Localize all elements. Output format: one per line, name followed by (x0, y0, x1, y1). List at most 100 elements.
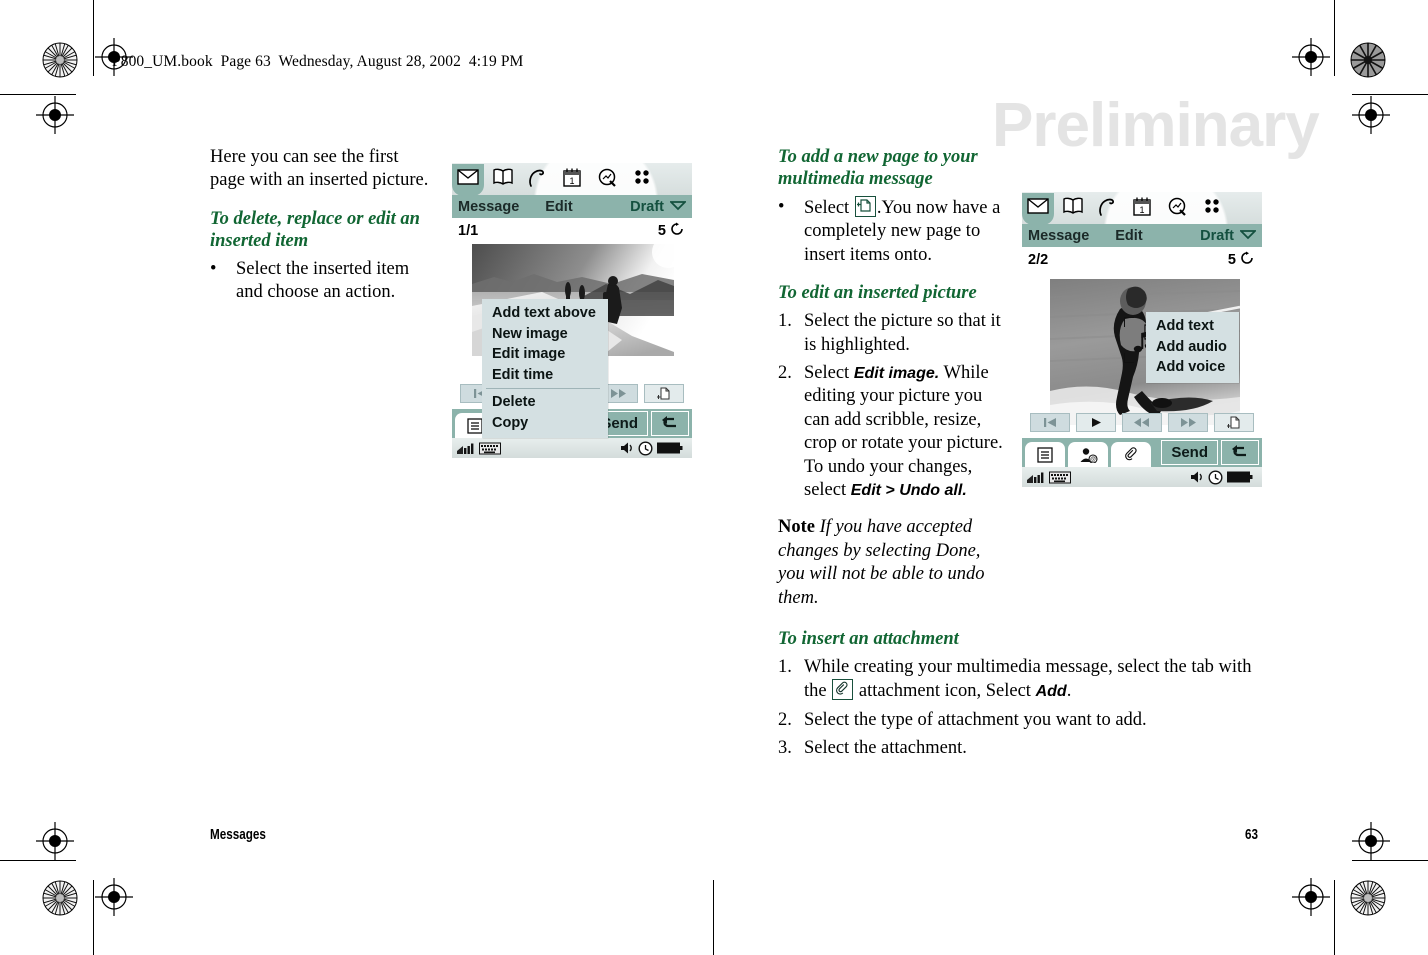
book-icon[interactable] (492, 168, 514, 190)
step-3-insert-attachment: 3. Select the attachment. (778, 737, 1266, 760)
heading-edit-inserted-picture: To edit an inserted picture (778, 283, 977, 304)
crop-line-left-horizontal-bottom (0, 860, 76, 862)
menu-item-delete[interactable]: Delete (482, 392, 608, 413)
print-rosette-top-right (1350, 42, 1386, 78)
step-1-insert-attachment: 1. While creating your multimedia messag… (778, 656, 1266, 704)
registration-mark-bottom-left (95, 878, 133, 916)
new-page-button[interactable] (644, 384, 684, 403)
menu-item-copy[interactable]: Copy (482, 413, 608, 434)
timer-value: 5 (1227, 252, 1236, 268)
step-text-end: . (1066, 681, 1072, 702)
menu-draft-label[interactable]: Draft (630, 199, 664, 215)
rewind-button[interactable] (1122, 413, 1162, 432)
send-button[interactable]: Send (1161, 440, 1218, 465)
page-indicator-row: 1/1 5 (452, 218, 692, 244)
preliminary-watermark: Preliminary (992, 91, 1320, 160)
book-icon[interactable] (1062, 197, 1084, 219)
menu-edit[interactable]: Edit (1115, 228, 1142, 244)
envelope-icon[interactable] (1022, 193, 1054, 225)
menu-item-add-text[interactable]: Add text (1146, 316, 1239, 337)
step-text: While creating your multimedia message, … (804, 656, 1266, 704)
timer-value: 5 (657, 223, 666, 239)
menu-item-edit-image[interactable]: Edit image (482, 344, 608, 365)
phone-handset-icon[interactable] (1097, 197, 1119, 219)
bullet-add-new-page: • Select .You now have a completely new … (778, 196, 1010, 267)
chevron-down-icon[interactable] (1238, 228, 1258, 244)
menu-item-add-voice[interactable]: Add voice (1146, 357, 1239, 378)
bullet-marker: • (210, 258, 217, 279)
playback-controls (1030, 413, 1254, 432)
note-label: Note (778, 517, 815, 538)
menu-message[interactable]: Message (458, 199, 519, 215)
apps-grid-icon[interactable] (1202, 197, 1224, 219)
menu-message[interactable]: Message (1028, 228, 1089, 244)
tab-paperclip[interactable] (1111, 442, 1151, 467)
crop-line-top-right-vertical (1334, 0, 1336, 76)
menu-edit[interactable]: Edit (545, 199, 572, 215)
menu-draft-label[interactable]: Draft (1200, 228, 1234, 244)
note-paragraph: Note If you have accepted changes by sel… (778, 516, 1010, 610)
step-number: 1. (778, 311, 792, 332)
registration-mark-right-lower (1352, 822, 1390, 860)
registration-mark-left-lower (36, 822, 74, 860)
apps-grid-icon[interactable] (632, 168, 654, 190)
fast-forward-button[interactable] (1168, 413, 1208, 432)
tab-list[interactable] (1025, 442, 1065, 467)
context-menu-add-options[interactable]: Add text Add audio Add voice (1146, 312, 1239, 383)
crop-line-bottom-center-vertical (713, 880, 715, 955)
calendar-icon[interactable]: 1 (562, 168, 584, 190)
menu-item-add-audio[interactable]: Add audio (1146, 337, 1239, 358)
menu-bar: Message Edit Draft (452, 195, 692, 218)
context-menu-image-options[interactable]: Add text above New image Edit image Edit… (482, 299, 608, 438)
back-arrow-button[interactable] (1221, 440, 1259, 465)
play-button[interactable] (1076, 413, 1116, 432)
attachment-section: To insert an attachment 1. While creatin… (778, 628, 1266, 766)
page-indicator-row: 2/2 5 (1022, 247, 1262, 273)
step-text-before: Select (804, 363, 854, 384)
step-number: 2. (778, 363, 792, 384)
bullet-text-with-icon: Select .You now have a completely new pa… (804, 196, 1010, 267)
bold-edit-image: Edit image. (853, 365, 940, 383)
step-text: Select the type of attachment you want t… (804, 709, 1147, 730)
clock-icon[interactable] (638, 440, 653, 456)
app-tab-bar: 1 (1022, 192, 1262, 225)
message-canvas: Add text above New image Edit image Edit… (452, 244, 692, 476)
text-before-icon: Select (804, 198, 850, 218)
speaker-icon[interactable] (619, 441, 634, 455)
message-canvas: Add text Add audio Add voice @ Send (1022, 273, 1262, 505)
print-rosette-bottom-left (42, 880, 78, 916)
keyboard-icon[interactable] (479, 442, 501, 455)
signal-bars-icon (1027, 470, 1045, 484)
skip-start-button[interactable] (1030, 413, 1070, 432)
chevron-down-icon[interactable] (668, 199, 688, 215)
calendar-icon[interactable]: 1 (1132, 197, 1154, 219)
step-2-insert-attachment: 2. Select the type of attachment you wan… (778, 709, 1266, 732)
step-text: Select the attachment. (804, 738, 967, 759)
status-bar (1022, 467, 1262, 487)
middle-text-column: To add a new page to your multimedia mes… (778, 146, 1010, 610)
battery-icon (657, 442, 683, 454)
step-text: Select the picture so that it is highlig… (804, 311, 1001, 355)
tab-contact-at[interactable]: @ (1068, 442, 1108, 467)
paperclip-icon (832, 679, 854, 701)
phone-handset-icon[interactable] (527, 168, 549, 190)
print-rosette-bottom-right (1350, 880, 1386, 916)
magnifier-icon[interactable] (1167, 197, 1189, 219)
menu-item-add-text-above[interactable]: Add text above (482, 303, 608, 324)
registration-mark-bottom-right (1292, 878, 1330, 916)
magnifier-icon[interactable] (597, 168, 619, 190)
svg-text:@: @ (1090, 457, 1096, 463)
menu-item-new-image[interactable]: New image (482, 324, 608, 345)
registration-mark-right-upper (1352, 96, 1390, 134)
clock-icon[interactable] (1208, 469, 1223, 485)
speaker-icon[interactable] (1189, 470, 1204, 484)
menu-item-edit-time[interactable]: Edit time (482, 365, 608, 386)
bold-edit-undo-all: Edit > Undo all. (850, 482, 967, 500)
left-text-column: Here you can see the first page with an … (210, 146, 438, 310)
new-page-button[interactable] (1214, 413, 1254, 432)
keyboard-icon[interactable] (1049, 471, 1071, 484)
back-arrow-button[interactable] (651, 411, 689, 436)
page-indicator: 1/1 (458, 223, 479, 239)
envelope-icon[interactable] (452, 164, 484, 196)
intro-paragraph: Here you can see the first page with an … (210, 147, 429, 191)
